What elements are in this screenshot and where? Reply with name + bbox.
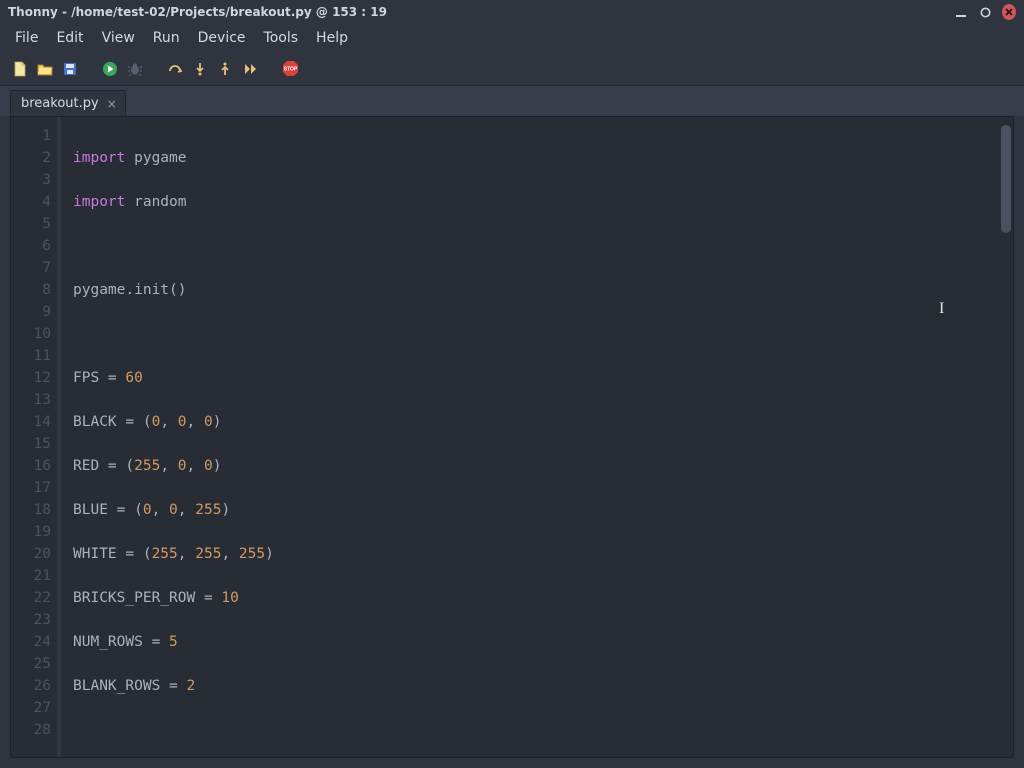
line-number: 22 — [11, 587, 51, 609]
line-number: 7 — [11, 257, 51, 279]
menu-bar: File Edit View Run Device Tools Help — [0, 24, 1024, 52]
close-button[interactable] — [1002, 5, 1016, 19]
run-icon[interactable] — [100, 59, 120, 79]
editor[interactable]: 1 2 3 4 5 6 7 8 9 10 11 12 13 14 15 16 1… — [10, 116, 1014, 758]
line-number: 1 — [11, 125, 51, 147]
line-number: 11 — [11, 345, 51, 367]
line-number: 15 — [11, 433, 51, 455]
new-file-icon[interactable] — [10, 59, 30, 79]
tab-strip: breakout.py × — [0, 86, 1024, 116]
line-number: 2 — [11, 147, 51, 169]
line-number: 18 — [11, 499, 51, 521]
menu-help[interactable]: Help — [307, 27, 357, 49]
line-number: 13 — [11, 389, 51, 411]
menu-tools[interactable]: Tools — [255, 27, 308, 49]
line-number: 3 — [11, 169, 51, 191]
open-file-icon[interactable] — [35, 59, 55, 79]
line-number: 8 — [11, 279, 51, 301]
menu-edit[interactable]: Edit — [47, 27, 92, 49]
menu-device[interactable]: Device — [189, 27, 255, 49]
line-number: 10 — [11, 323, 51, 345]
code-area[interactable]: import pygame import random pygame.init(… — [61, 117, 1013, 757]
debug-icon[interactable] — [125, 59, 145, 79]
stop-icon[interactable]: STOP — [280, 59, 300, 79]
close-icon — [1002, 4, 1016, 20]
tab-label: breakout.py — [21, 96, 99, 111]
line-number: 21 — [11, 565, 51, 587]
line-number: 25 — [11, 653, 51, 675]
line-gutter: 1 2 3 4 5 6 7 8 9 10 11 12 13 14 15 16 1… — [11, 117, 61, 757]
line-number: 27 — [11, 697, 51, 719]
line-number: 6 — [11, 235, 51, 257]
resume-icon[interactable] — [240, 59, 260, 79]
minimize-button[interactable] — [954, 5, 968, 19]
line-number: 28 — [11, 719, 51, 741]
line-number: 26 — [11, 675, 51, 697]
maximize-button[interactable] — [978, 5, 992, 19]
step-over-icon[interactable] — [165, 59, 185, 79]
menu-run[interactable]: Run — [144, 27, 189, 49]
line-number: 19 — [11, 521, 51, 543]
svg-text:STOP: STOP — [283, 67, 297, 73]
line-number: 12 — [11, 367, 51, 389]
step-out-icon[interactable] — [215, 59, 235, 79]
line-number: 16 — [11, 455, 51, 477]
vertical-scrollbar[interactable] — [1001, 125, 1011, 233]
tab-close-icon[interactable]: × — [105, 97, 119, 111]
menu-file[interactable]: File — [6, 27, 47, 49]
line-number: 14 — [11, 411, 51, 433]
line-number: 17 — [11, 477, 51, 499]
line-number: 9 — [11, 301, 51, 323]
menu-view[interactable]: View — [93, 27, 144, 49]
title-bar: Thonny - /home/test-02/Projects/breakout… — [0, 0, 1024, 24]
line-number: 20 — [11, 543, 51, 565]
toolbar: STOP — [0, 52, 1024, 86]
window-controls — [954, 5, 1016, 19]
text-cursor-icon: I — [939, 300, 944, 318]
line-number: 5 — [11, 213, 51, 235]
line-number: 23 — [11, 609, 51, 631]
save-file-icon[interactable] — [60, 59, 80, 79]
tab-breakout[interactable]: breakout.py × — [10, 90, 126, 116]
line-number: 24 — [11, 631, 51, 653]
step-into-icon[interactable] — [190, 59, 210, 79]
window-title: Thonny - /home/test-02/Projects/breakout… — [8, 5, 954, 19]
line-number: 4 — [11, 191, 51, 213]
